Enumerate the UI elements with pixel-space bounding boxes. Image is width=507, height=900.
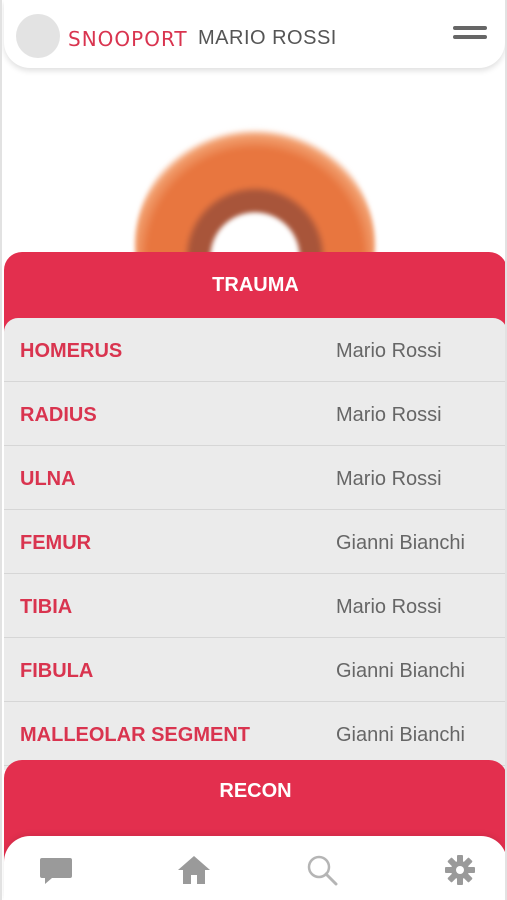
chat-icon[interactable] [38, 854, 74, 886]
list-item[interactable]: ULNA Mario Rossi [4, 446, 505, 510]
top-header: SNOOPORT MARIO ROSSI [4, 0, 505, 68]
list-item-owner: Mario Rossi [336, 340, 442, 362]
hamburger-menu-icon[interactable] [453, 26, 487, 44]
list-item-name: FIBULA [20, 660, 94, 682]
list-item[interactable]: MALLEOLAR SEGMENT Gianni Bianchi [4, 702, 505, 766]
user-name: MARIO ROSSI [198, 27, 337, 49]
list-item[interactable]: HOMERUS Mario Rossi [4, 318, 505, 382]
search-icon[interactable] [304, 854, 340, 886]
list-item[interactable]: FIBULA Gianni Bianchi [4, 638, 505, 702]
list-item[interactable]: FEMUR Gianni Bianchi [4, 510, 505, 574]
list-item-owner: Mario Rossi [336, 596, 442, 618]
bottom-navigation [4, 836, 505, 900]
list-item-name: FEMUR [20, 532, 92, 554]
list-item-owner: Gianni Bianchi [336, 660, 465, 682]
list-item-owner: Gianni Bianchi [336, 532, 465, 554]
list-item-name: RADIUS [20, 404, 97, 426]
gear-icon[interactable] [442, 854, 478, 886]
app-screen: SNOOPORT MARIO ROSSI TRAUMA HOMERUS Mari… [0, 0, 507, 900]
list-item-name: MALLEOLAR SEGMENT [20, 724, 250, 746]
trauma-list: HOMERUS Mario Rossi RADIUS Mario Rossi U… [4, 318, 505, 770]
avatar[interactable] [16, 14, 60, 58]
list-item-owner: Mario Rossi [336, 404, 442, 426]
list-item[interactable]: RADIUS Mario Rossi [4, 382, 505, 446]
list-item-name: HOMERUS [20, 340, 123, 362]
home-icon[interactable] [176, 854, 212, 886]
list-item[interactable]: TIBIA Mario Rossi [4, 574, 505, 638]
list-item-name: TIBIA [20, 596, 73, 618]
list-item-owner: Gianni Bianchi [336, 724, 465, 746]
list-item-name: ULNA [20, 468, 76, 490]
list-item-owner: Mario Rossi [336, 468, 442, 490]
recon-section-title: RECON [219, 780, 292, 802]
trauma-section-title: TRAUMA [212, 274, 299, 296]
brand-logo: SNOOPORT [68, 27, 188, 51]
